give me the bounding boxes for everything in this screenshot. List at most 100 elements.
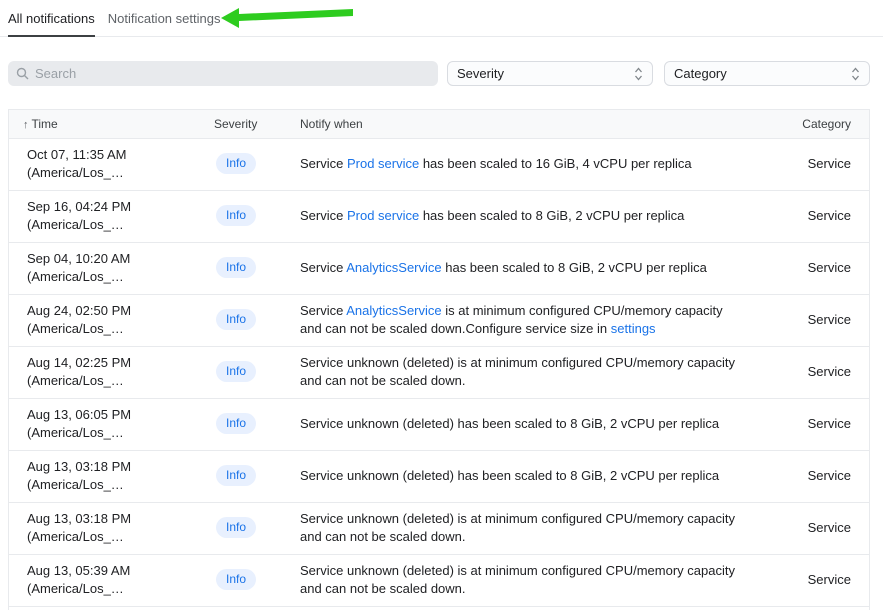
search-input[interactable] [35,66,430,81]
notify-text-segment: Service unknown (deleted) has been scale… [300,468,719,483]
notifications-page: All notifications Notification settings … [0,0,883,610]
table-row: Aug 24, 02:50 PM (America/Los_… Info Ser… [9,294,869,346]
notify-text-segment: Service [300,156,347,171]
notify-when-cell: Service unknown (deleted) is at minimum … [291,606,769,610]
search-icon [16,67,29,80]
notify-text-segment: has been scaled to 8 GiB, 2 vCPU per rep… [419,208,684,223]
notify-link[interactable]: AnalyticsService [346,260,441,275]
notify-when-cell: Service unknown (deleted) is at minimum … [291,346,769,398]
time-cell: Aug 13, 05:35 AM (America/Los_… [9,606,206,610]
severity-cell: Info [206,190,291,242]
category-cell: Service [769,346,869,398]
category-cell: Service [769,398,869,450]
category-cell: Service [769,138,869,190]
severity-badge: Info [216,569,256,590]
notify-text-segment: Service [300,260,346,275]
severity-cell: Info [206,502,291,554]
notify-when-cell: Service Prod service has been scaled to … [291,190,769,242]
notify-link[interactable]: Prod service [347,156,419,171]
notify-text-segment: Service [300,303,346,318]
table-row: Aug 14, 02:25 PM (America/Los_… Info Ser… [9,346,869,398]
category-cell: Service [769,450,869,502]
table-row: Aug 13, 06:05 PM (America/Los_… Info Ser… [9,398,869,450]
time-cell: Oct 07, 11:35 AM (America/Los_… [9,138,206,190]
time-cell: Aug 14, 02:25 PM (America/Los_… [9,346,206,398]
column-header-notify-when: Notify when [291,110,769,138]
category-cell: Service [769,242,869,294]
notify-link[interactable]: settings [611,321,656,336]
severity-badge: Info [216,517,256,538]
severity-select[interactable]: Severity [447,61,653,86]
green-arrow-annotation [221,7,353,29]
tab-all-notifications[interactable]: All notifications [8,10,95,37]
chevron-up-down-icon [634,67,643,81]
column-header-severity: Severity [206,110,291,138]
notify-text: Service Prod service has been scaled to … [300,155,742,173]
time-cell: Aug 24, 02:50 PM (America/Los_… [9,294,206,346]
category-select-label: Category [674,66,727,81]
severity-cell: Info [206,606,291,610]
tab-bar: All notifications Notification settings [0,0,883,37]
notify-when-cell: Service unknown (deleted) has been scale… [291,450,769,502]
category-cell: Service [769,190,869,242]
category-cell: Service [769,502,869,554]
severity-badge: Info [216,465,256,486]
notify-text-segment: has been scaled to 16 GiB, 4 vCPU per re… [419,156,691,171]
table-row: Sep 04, 10:20 AM (America/Los_… Info Ser… [9,242,869,294]
notify-text-segment: Service unknown (deleted) is at minimum … [300,511,735,544]
notify-text: Service unknown (deleted) is at minimum … [300,562,742,598]
severity-badge: Info [216,309,256,330]
notify-when-cell: Service unknown (deleted) is at minimum … [291,502,769,554]
notify-text: Service AnalyticsService is at minimum c… [300,302,742,338]
notify-text: Service unknown (deleted) is at minimum … [300,510,742,546]
time-cell: Sep 04, 10:20 AM (America/Los_… [9,242,206,294]
notify-text: Service Prod service has been scaled to … [300,207,742,225]
severity-cell: Info [206,242,291,294]
notify-link[interactable]: AnalyticsService [346,303,441,318]
notify-text-segment: Service unknown (deleted) is at minimum … [300,563,735,596]
severity-select-label: Severity [457,66,504,81]
severity-cell: Info [206,294,291,346]
notify-text: Service unknown (deleted) has been scale… [300,467,742,485]
severity-cell: Info [206,450,291,502]
table-row: Aug 13, 03:18 PM (America/Los_… Info Ser… [9,450,869,502]
notifications-table: ↑Time Severity Notify when Category Oct … [8,109,870,610]
severity-badge: Info [216,153,256,174]
filter-bar: Severity Category [8,61,870,86]
column-header-time[interactable]: ↑Time [9,110,206,138]
time-cell: Sep 16, 04:24 PM (America/Los_… [9,190,206,242]
notify-when-cell: Service unknown (deleted) is at minimum … [291,554,769,606]
category-cell: Service [769,294,869,346]
search-box[interactable] [8,61,438,86]
category-cell: Service [769,554,869,606]
table-row: Aug 13, 05:35 AM (America/Los_… Info Ser… [9,606,869,610]
severity-cell: Info [206,554,291,606]
chevron-up-down-icon [851,67,860,81]
table-row: Sep 16, 04:24 PM (America/Los_… Info Ser… [9,190,869,242]
notify-text: Service unknown (deleted) is at minimum … [300,354,742,390]
category-cell: Service [769,606,869,610]
tab-notification-settings[interactable]: Notification settings [108,10,221,36]
time-cell: Aug 13, 03:18 PM (America/Los_… [9,502,206,554]
severity-badge: Info [216,361,256,382]
severity-badge: Info [216,257,256,278]
sort-ascending-icon: ↑ [23,119,29,131]
severity-cell: Info [206,138,291,190]
severity-badge: Info [216,413,256,434]
notify-text: Service AnalyticsService has been scaled… [300,259,742,277]
time-cell: Aug 13, 05:39 AM (America/Los_… [9,554,206,606]
notify-link[interactable]: Prod service [347,208,419,223]
table-row: Aug 13, 03:18 PM (America/Los_… Info Ser… [9,502,869,554]
table-row: Oct 07, 11:35 AM (America/Los_… Info Ser… [9,138,869,190]
severity-cell: Info [206,398,291,450]
notify-text-segment: has been scaled to 8 GiB, 2 vCPU per rep… [442,260,707,275]
notify-text-segment: Service [300,208,347,223]
category-select[interactable]: Category [664,61,870,86]
notify-when-cell: Service unknown (deleted) has been scale… [291,398,769,450]
notify-text: Service unknown (deleted) has been scale… [300,415,742,433]
notify-when-cell: Service Prod service has been scaled to … [291,138,769,190]
table-row: Aug 13, 05:39 AM (America/Los_… Info Ser… [9,554,869,606]
notify-text-segment: Service unknown (deleted) is at minimum … [300,355,735,388]
notify-when-cell: Service AnalyticsService has been scaled… [291,242,769,294]
severity-badge: Info [216,205,256,226]
